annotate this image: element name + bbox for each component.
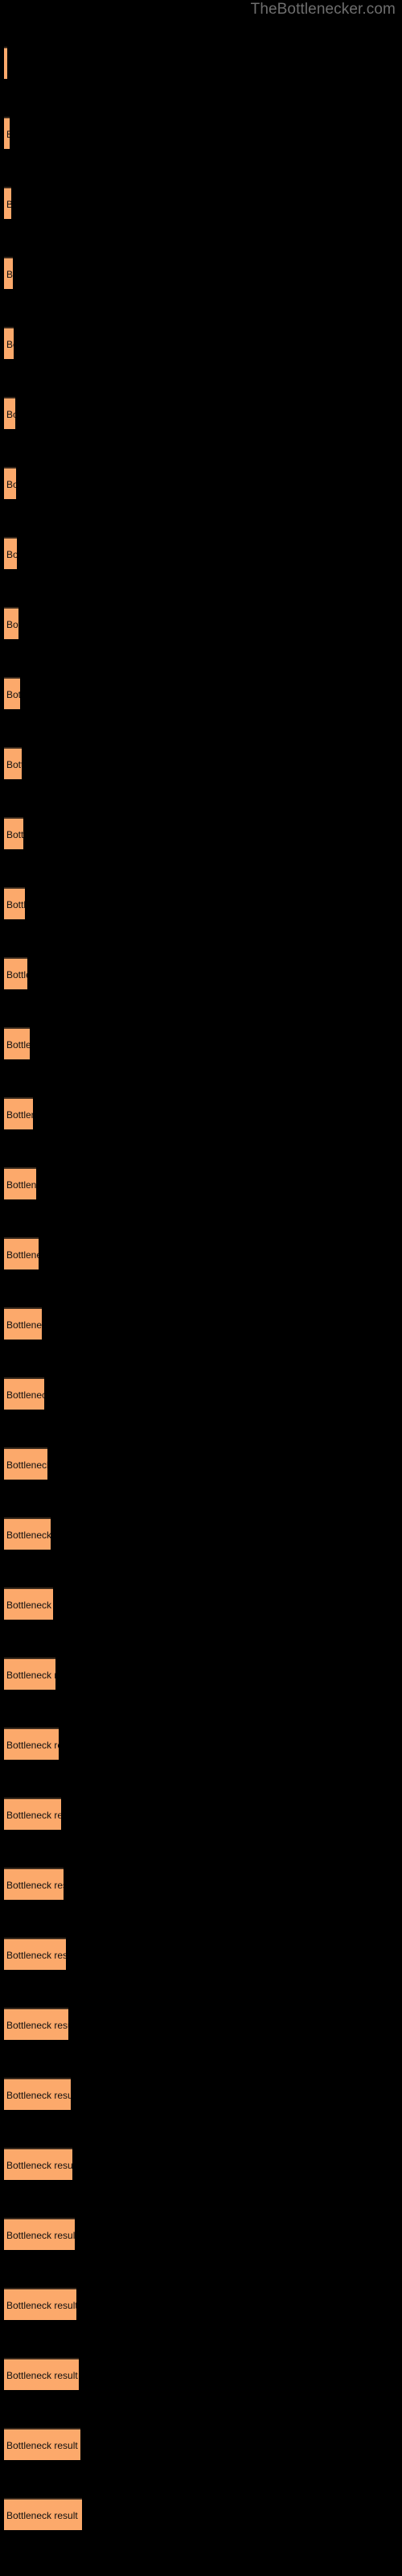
bar-25[interactable]: Bottleneck result: [4, 1728, 59, 1760]
bar-12[interactable]: Bottleneck result: [4, 817, 23, 849]
bar-label: Bottleneck result: [6, 1880, 64, 1891]
bar-16[interactable]: Bottleneck result: [4, 1097, 33, 1129]
bar-label: Bottleneck result: [6, 1179, 36, 1191]
bar-label: Bottleneck result: [6, 1600, 53, 1611]
bar-label: Bottleneck result: [6, 1740, 59, 1751]
bar-14[interactable]: Bottleneck result: [4, 957, 27, 989]
bar-label: Bottleneck result: [6, 1459, 47, 1471]
bar-label: Bottleneck result: [6, 969, 27, 980]
bar-label: Bottleneck result: [6, 1530, 51, 1541]
bar-1[interactable]: Bottleneck result: [4, 47, 7, 79]
bar-29[interactable]: Bottleneck result: [4, 2008, 68, 2040]
bar-34[interactable]: Bottleneck result: [4, 2358, 79, 2390]
bar-label: Bottleneck result: [6, 479, 16, 490]
bar-label: Bottleneck result: [6, 2300, 76, 2311]
bar-32[interactable]: Bottleneck result: [4, 2218, 75, 2250]
bar-label: Bottleneck result: [6, 689, 20, 700]
bar-label: Bottleneck result: [6, 2020, 68, 2031]
bar-13[interactable]: Bottleneck result: [4, 887, 25, 919]
bar-label: Bottleneck result: [6, 2090, 71, 2101]
bar-4[interactable]: Bottleneck result: [4, 257, 13, 289]
bar-label: Bottleneck result: [6, 2160, 72, 2171]
bar-31[interactable]: Bottleneck result: [4, 2148, 72, 2180]
bar-20[interactable]: Bottleneck result: [4, 1377, 44, 1410]
bar-5[interactable]: Bottleneck result: [4, 327, 14, 359]
bar-label: Bottleneck result: [6, 1039, 30, 1051]
bar-label: Bottleneck result: [6, 2510, 78, 2521]
bar-label: Bottleneck result: [6, 2370, 78, 2381]
bar-3[interactable]: Bottleneck result: [4, 187, 11, 219]
bar-23[interactable]: Bottleneck result: [4, 1587, 53, 1620]
bar-label: Bottleneck result: [6, 1950, 66, 1961]
bar-label: Bottleneck result: [6, 619, 18, 630]
bar-10[interactable]: Bottleneck result: [4, 677, 20, 709]
bar-label: Bottleneck result: [6, 409, 15, 420]
bar-15[interactable]: Bottleneck result: [4, 1027, 30, 1059]
bar-6[interactable]: Bottleneck result: [4, 397, 15, 429]
bar-8[interactable]: Bottleneck result: [4, 537, 17, 569]
chart-plot-area: Bottleneck result Bottleneck result Bottle…: [0, 0, 402, 2576]
bar-36[interactable]: Bottleneck result: [4, 2498, 82, 2530]
bar-label: Bottleneck result: [6, 1319, 42, 1331]
bar-2[interactable]: Bottleneck result: [4, 117, 10, 149]
bar-33[interactable]: Bottleneck result: [4, 2288, 76, 2320]
bar-label: Bottleneck result: [6, 549, 17, 560]
bar-label: Bottleneck result: [6, 188, 11, 219]
bar-11[interactable]: Bottleneck result: [4, 747, 22, 779]
bar-7[interactable]: Bottleneck result: [4, 467, 16, 499]
bar-label: Bottleneck result: [6, 2440, 78, 2451]
bar-21[interactable]: Bottleneck result: [4, 1447, 47, 1480]
bar-19[interactable]: Bottleneck result: [4, 1307, 42, 1340]
bar-label: Bottleneck result: [6, 48, 7, 79]
bar-30[interactable]: Bottleneck result: [4, 2078, 71, 2110]
bar-26[interactable]: Bottleneck result: [4, 1798, 61, 1830]
bar-label: Bottleneck result: [6, 899, 25, 910]
bar-label: Bottleneck result: [6, 829, 23, 840]
site-watermark: TheBottlenecker.com: [250, 1, 396, 18]
bar-label: Bottleneck result: [6, 339, 14, 350]
bar-label: Bottleneck result: [6, 1670, 55, 1681]
bar-label: Bottleneck result: [6, 1109, 33, 1121]
bar-24[interactable]: Bottleneck result: [4, 1657, 55, 1690]
bottleneck-bar-chart: Bottleneck result Bottleneck result Bottle…: [0, 0, 402, 2576]
bar-28[interactable]: Bottleneck result: [4, 1938, 66, 1970]
bar-9[interactable]: Bottleneck result: [4, 607, 18, 639]
bar-label: Bottleneck result: [6, 759, 22, 770]
bar-label: Bottleneck result: [6, 2230, 75, 2241]
bar-label: Bottleneck result: [6, 118, 10, 149]
bar-label: Bottleneck result: [6, 1389, 44, 1401]
bar-18[interactable]: Bottleneck result: [4, 1237, 39, 1269]
bar-label: Bottleneck result: [6, 1249, 39, 1261]
bar-label: Bottleneck result: [6, 1810, 61, 1821]
bar-17[interactable]: Bottleneck result: [4, 1167, 36, 1199]
bar-label: Bottleneck result: [6, 269, 13, 280]
bar-35[interactable]: Bottleneck result: [4, 2428, 80, 2460]
bar-27[interactable]: Bottleneck result: [4, 1868, 64, 1900]
bar-22[interactable]: Bottleneck result: [4, 1517, 51, 1550]
